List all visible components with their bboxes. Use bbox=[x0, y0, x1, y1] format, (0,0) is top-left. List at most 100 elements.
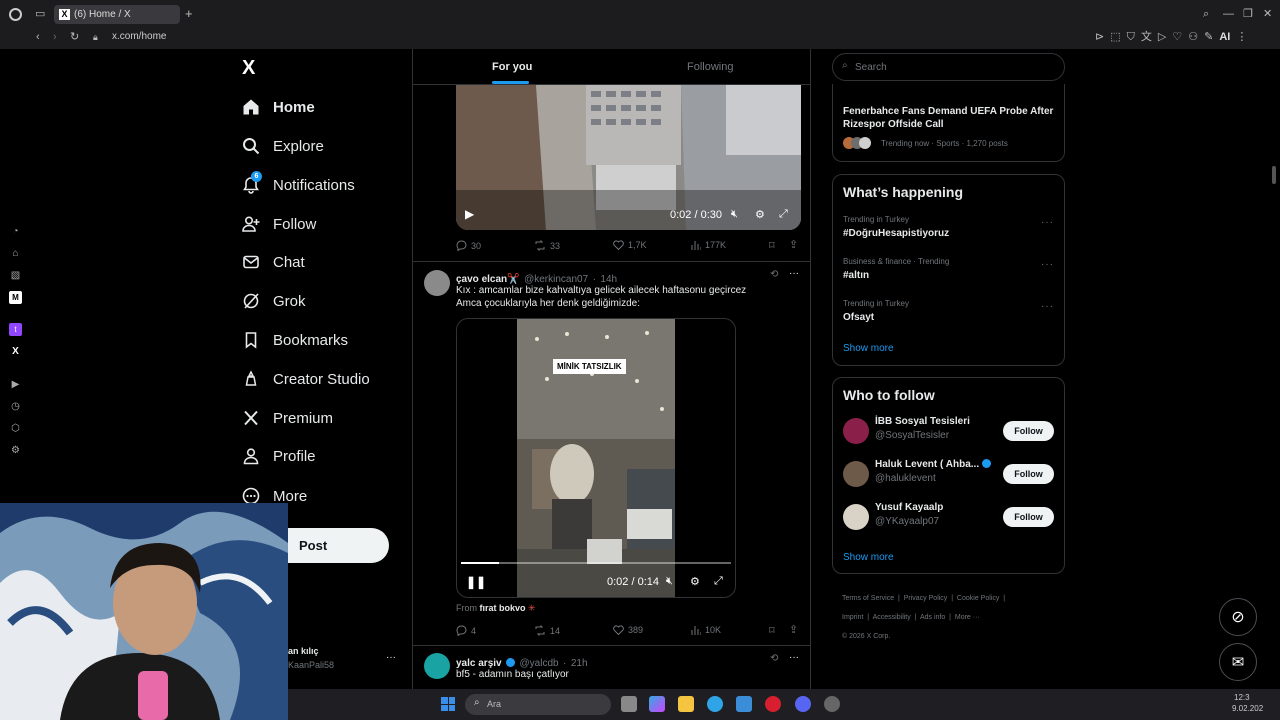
tweet2-progress-track[interactable] bbox=[461, 562, 731, 564]
views-button[interactable]: 10K bbox=[691, 625, 721, 635]
repost-button[interactable]: 14 bbox=[534, 625, 560, 636]
url-field[interactable]: x.com/home bbox=[112, 31, 166, 42]
footer-link[interactable]: Ads info bbox=[920, 614, 945, 621]
nav-item-profile[interactable]: Profile bbox=[241, 443, 316, 469]
minimize-icon[interactable]: — bbox=[1223, 8, 1234, 20]
pinboard-icon[interactable]: ▧ bbox=[9, 269, 22, 282]
avatar[interactable] bbox=[424, 270, 450, 296]
app-icon[interactable] bbox=[824, 696, 840, 712]
fullscreen-icon[interactable]: ⤢ bbox=[714, 575, 723, 588]
reply-button[interactable]: 4 bbox=[456, 625, 476, 636]
trend-topic[interactable]: #DoğruHesapistiyoruz bbox=[843, 228, 949, 239]
footer-link[interactable]: Accessibility bbox=[873, 614, 911, 621]
avatar[interactable] bbox=[843, 418, 869, 444]
clock-date[interactable]: 9.02.202 bbox=[1232, 704, 1263, 713]
avatar[interactable] bbox=[424, 653, 450, 679]
reload-icon[interactable]: ↻ bbox=[70, 31, 79, 43]
follow-account-name[interactable]: Haluk Levent ( Ahba... bbox=[875, 459, 992, 470]
nav-item-creator-studio[interactable]: Creator Studio bbox=[241, 366, 370, 392]
menu-icon[interactable]: ⋮ bbox=[1236, 31, 1247, 43]
play-icon[interactable]: ▶ bbox=[465, 207, 474, 221]
search-input[interactable]: Search bbox=[832, 53, 1065, 81]
trend-topic[interactable]: Ofsayt bbox=[843, 312, 874, 323]
history-icon[interactable]: ◷ bbox=[9, 400, 22, 413]
tweet-more-icon[interactable]: ··· bbox=[789, 652, 799, 663]
like-button[interactable]: 1,7K bbox=[613, 240, 647, 250]
snapshot-icon[interactable]: ⬚ bbox=[1110, 31, 1120, 43]
nav-item-premium[interactable]: Premium bbox=[241, 405, 333, 431]
task-view-icon[interactable] bbox=[621, 696, 637, 712]
player-icon[interactable]: ▷ bbox=[1158, 31, 1166, 43]
account-handle[interactable]: KaanPali58 bbox=[288, 660, 334, 670]
account-name[interactable]: an kılıç bbox=[288, 646, 319, 656]
trend-more-icon[interactable]: ··· bbox=[1041, 301, 1054, 312]
trend-topic[interactable]: #altın bbox=[843, 270, 869, 281]
x-logo[interactable]: X bbox=[242, 57, 255, 80]
mute-icon[interactable]: 🔇︎ bbox=[666, 575, 673, 588]
follow-button[interactable]: Follow bbox=[1003, 464, 1054, 484]
discord-icon[interactable] bbox=[795, 696, 811, 712]
share-icon[interactable]: ⇪ bbox=[789, 238, 798, 251]
bookmark-button[interactable]: ⌑ bbox=[769, 624, 775, 637]
new-tab-icon[interactable]: + bbox=[185, 7, 193, 20]
like-button[interactable]: 389 bbox=[613, 625, 643, 635]
nav-item-notifications[interactable]: 6 Notifications bbox=[241, 171, 355, 198]
from-name[interactable]: fırat bokvo bbox=[480, 603, 526, 613]
share-icon[interactable]: ⇪ bbox=[789, 623, 798, 636]
twitch-icon[interactable]: t bbox=[9, 323, 22, 336]
aria-ai-icon[interactable]: ✎ bbox=[1204, 31, 1213, 43]
grok-icon[interactable]: ⟲ bbox=[770, 653, 778, 664]
nav-item-grok[interactable]: Grok bbox=[241, 288, 306, 314]
close-window-icon[interactable]: ✕ bbox=[1263, 8, 1272, 20]
mute-icon[interactable]: 🔇︎ bbox=[731, 208, 738, 221]
grok-icon[interactable]: ⟲ bbox=[770, 269, 778, 280]
follow-button[interactable]: Follow bbox=[1003, 421, 1054, 441]
show-more-link[interactable]: Show more bbox=[843, 343, 894, 354]
tab-following[interactable]: Following bbox=[687, 61, 733, 73]
pin-icon[interactable]: ⊳ bbox=[1095, 31, 1104, 43]
tweet1-video[interactable]: ▶ 0:02 / 0:30 🔇︎ ⚙ ⤢ bbox=[456, 85, 801, 230]
x-sidebar-icon[interactable]: X bbox=[9, 345, 22, 358]
follow-account-handle[interactable]: @haluklevent bbox=[875, 473, 936, 484]
grok-float-button[interactable]: ⊘ bbox=[1219, 598, 1257, 636]
nav-item-home[interactable]: Home bbox=[241, 94, 315, 120]
page-scrollbar[interactable] bbox=[1272, 166, 1276, 184]
footer-link[interactable]: Privacy Policy bbox=[904, 595, 948, 602]
reply-button[interactable]: 30 bbox=[456, 240, 481, 251]
flow-icon[interactable]: ⌂ bbox=[9, 247, 22, 260]
avatar[interactable] bbox=[843, 461, 869, 487]
nav-item-explore[interactable]: Explore bbox=[241, 133, 324, 159]
tweet3-time[interactable]: 21h bbox=[571, 658, 588, 669]
copilot-icon[interactable] bbox=[649, 696, 665, 712]
trend-card[interactable]: Fenerbahce Fans Demand UEFA Probe After … bbox=[832, 84, 1065, 162]
gmail-icon[interactable]: M bbox=[9, 291, 22, 304]
show-more-link[interactable]: Show more bbox=[843, 552, 894, 563]
browser-tab[interactable]: X (6) Home / X bbox=[54, 5, 180, 24]
search-tabs-icon[interactable]: ⌕ bbox=[1203, 8, 1209, 20]
ai-label[interactable]: AI bbox=[1219, 31, 1230, 43]
forward-icon[interactable]: › bbox=[53, 31, 57, 43]
maximize-icon[interactable]: ❐ bbox=[1243, 8, 1253, 20]
video-settings-icon[interactable]: ⚙ bbox=[690, 575, 700, 588]
edge-icon[interactable] bbox=[707, 696, 723, 712]
fullscreen-icon[interactable]: ⤢ bbox=[779, 208, 788, 221]
views-button[interactable]: 177K bbox=[691, 240, 726, 250]
footer-link[interactable]: Imprint bbox=[842, 614, 863, 621]
nav-item-follow[interactable]: Follow bbox=[241, 211, 316, 237]
trend-more-icon[interactable]: ··· bbox=[1041, 259, 1054, 270]
translate-icon[interactable]: 文 bbox=[1141, 31, 1152, 43]
nav-item-chat[interactable]: Chat bbox=[241, 249, 305, 275]
taskbar-search[interactable]: Ara bbox=[465, 694, 611, 715]
workspaces-icon[interactable]: ▭ bbox=[35, 8, 45, 20]
extensions-icon[interactable]: ⬡ bbox=[9, 422, 22, 435]
follow-button[interactable]: Follow bbox=[1003, 507, 1054, 527]
file-explorer-icon[interactable] bbox=[678, 696, 694, 712]
player-sidebar-icon[interactable]: ▶ bbox=[9, 378, 22, 391]
follow-account-name[interactable]: Yusuf Kayaalp bbox=[875, 502, 943, 513]
follow-account-handle[interactable]: @YKayaalp07 bbox=[875, 516, 939, 527]
pause-icon[interactable]: ❚❚ bbox=[466, 575, 486, 589]
clock-time[interactable]: 12:3 bbox=[1234, 693, 1250, 702]
footer-link[interactable]: Terms of Service bbox=[842, 595, 894, 602]
tweet-more-icon[interactable]: ··· bbox=[789, 268, 799, 279]
settings-icon[interactable]: ⚙ bbox=[9, 444, 22, 457]
